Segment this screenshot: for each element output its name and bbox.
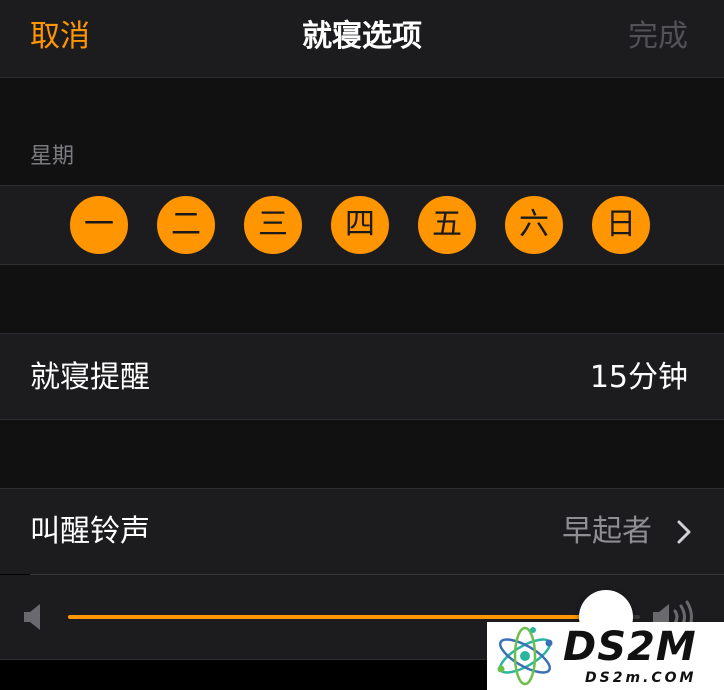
watermark-logo-text: DS2M: [563, 624, 697, 670]
navigation-bar: 取消 就寝选项 完成: [0, 0, 724, 78]
wake-up-sound-value: 早起者: [562, 514, 652, 549]
done-button[interactable]: 完成: [628, 18, 688, 56]
volume-slider-fill: [68, 615, 606, 619]
speaker-low-icon: [24, 604, 40, 630]
section-gap: [0, 265, 724, 333]
weekday-toggle-thu[interactable]: 四: [331, 196, 389, 254]
bedtime-reminder-label: 就寝提醒: [30, 360, 150, 395]
weekday-selector: 一 二 三 四 五 六 日: [0, 185, 724, 265]
weekday-toggle-fri[interactable]: 五: [418, 196, 476, 254]
cancel-button[interactable]: 取消: [30, 18, 90, 56]
weekday-buttons: 一 二 三 四 五 六 日: [70, 196, 650, 254]
weekday-toggle-sat[interactable]: 六: [505, 196, 563, 254]
bedtime-reminder-row[interactable]: 就寝提醒 15分钟: [0, 333, 724, 420]
bedtime-reminder-value: 15分钟: [589, 360, 688, 395]
weekdays-header-label: 星期: [30, 144, 75, 169]
wake-up-sound-row[interactable]: 叫醒铃声 早起者: [0, 488, 724, 574]
watermark-site-text: DS2m.COM: [585, 670, 697, 686]
section-gap: [0, 420, 724, 488]
weekday-toggle-wed[interactable]: 三: [244, 196, 302, 254]
wake-up-sound-label: 叫醒铃声: [30, 514, 150, 549]
chevron-right-icon: [677, 520, 691, 544]
page-title: 就寝选项: [302, 19, 422, 54]
weekday-toggle-mon[interactable]: 一: [70, 196, 128, 254]
weekday-toggle-sun[interactable]: 日: [592, 196, 650, 254]
watermark: DS2M DS2m.COM: [487, 622, 724, 690]
atom-logo-icon: [497, 626, 553, 686]
weekday-toggle-tue[interactable]: 二: [157, 196, 215, 254]
weekdays-section-header: 星期: [0, 78, 724, 185]
volume-slider-track[interactable]: [68, 615, 640, 619]
